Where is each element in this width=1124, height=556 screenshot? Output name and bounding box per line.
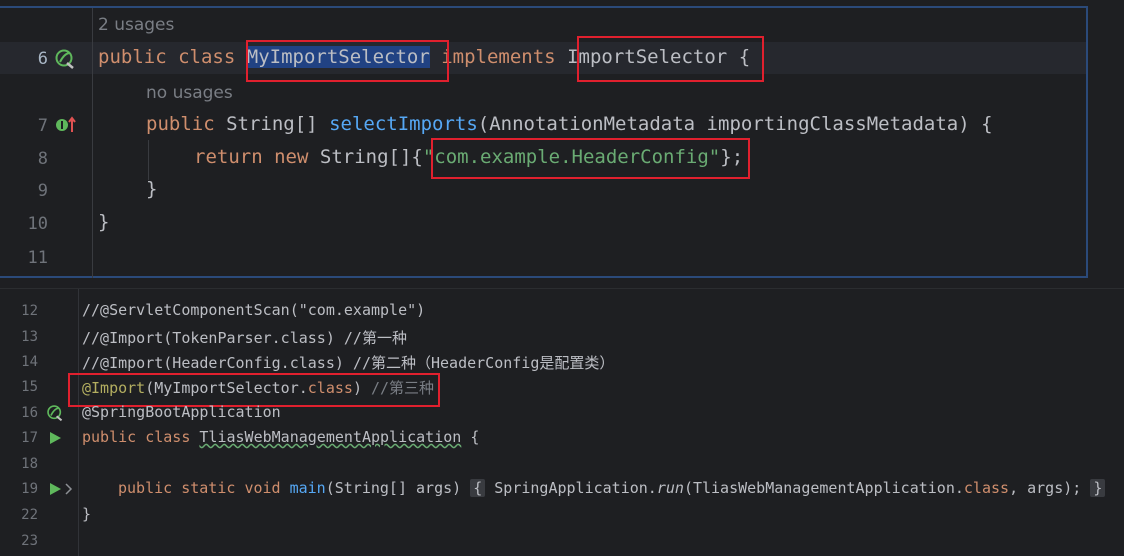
line-number: 16 <box>21 405 38 421</box>
code-line-22: } <box>82 505 92 523</box>
line-number: 15 <box>21 379 38 395</box>
run-icon[interactable] <box>48 431 62 445</box>
line-number: 6 <box>37 49 48 69</box>
code-line-19: public static void main(String[] args) {… <box>118 479 1106 497</box>
usages-hint[interactable]: 2 usages <box>98 15 174 35</box>
keyword: static <box>181 479 236 497</box>
keyword: return <box>194 146 263 168</box>
keyword: public <box>98 46 167 68</box>
line-number: 14 <box>21 354 38 370</box>
spring-bean-icon[interactable] <box>54 48 76 70</box>
keyword: class <box>963 479 1010 497</box>
line-number: 10 <box>27 214 48 234</box>
code-line-16: @SpringBootApplication <box>82 403 281 421</box>
run-icon[interactable] <box>48 482 62 496</box>
top-editor-panel: 2 usages 6 public class MyImportSelector… <box>0 0 1124 281</box>
highlight-box-string <box>431 138 750 179</box>
line-number: 19 <box>21 481 38 497</box>
code-line-7: public String[] selectImports(Annotation… <box>146 113 993 135</box>
keyword: public <box>146 113 215 135</box>
code-line-17: public class TliasWebManagementApplicati… <box>82 428 479 446</box>
return-type: String[] <box>226 113 318 135</box>
fold-close[interactable]: } <box>1090 479 1106 497</box>
highlight-box-class-name <box>246 40 449 82</box>
indent-guide <box>148 140 149 180</box>
brace: { <box>470 428 480 446</box>
bottom-editor-panel: 12 //@ServletComponentScan("com.example"… <box>0 288 1124 556</box>
code-line-10: } <box>98 211 110 233</box>
params: (AnnotationMetadata importingClassMetada… <box>477 113 993 135</box>
keyword: public <box>82 428 137 446</box>
keyword: implements <box>441 46 556 68</box>
keyword: public <box>118 479 173 497</box>
call-target: SpringApplication. <box>494 479 657 497</box>
chevron-right-icon[interactable] <box>64 483 74 495</box>
code-line-9: } <box>146 178 158 200</box>
line-number: 17 <box>21 430 38 446</box>
no-usages-hint[interactable]: no usages <box>146 83 233 103</box>
method-name[interactable]: selectImports <box>329 113 478 135</box>
code-line-12: //@ServletComponentScan("com.example") <box>82 301 426 319</box>
code-line-14: //@Import(HeaderConfig.class) //第二种（Head… <box>82 354 615 372</box>
line-number: 12 <box>21 303 38 319</box>
array-decl: String[]{ <box>319 146 423 168</box>
fold-open[interactable]: { <box>470 479 486 497</box>
line-number: 23 <box>21 533 38 549</box>
line-number: 7 <box>37 116 48 136</box>
highlight-box-interface <box>577 36 764 82</box>
static-method: run <box>656 479 684 497</box>
line-number: 13 <box>21 329 38 345</box>
line-number: 11 <box>27 248 48 268</box>
line-number: 18 <box>21 456 38 472</box>
params: (String[] args) <box>325 479 462 497</box>
highlight-box-import <box>68 373 440 407</box>
implements-method-icon[interactable] <box>54 114 78 136</box>
call-args-end: , args); <box>1009 479 1082 497</box>
keyword: new <box>274 146 309 168</box>
spring-bean-icon[interactable] <box>46 404 64 422</box>
call-args: (TliasWebManagementApplication. <box>683 479 964 497</box>
method-name[interactable]: main <box>290 479 326 497</box>
line-number: 8 <box>37 149 48 169</box>
class-name[interactable]: TliasWebManagementApplication <box>199 428 461 446</box>
keyword: class <box>178 46 236 68</box>
code-line-13: //@Import(TokenParser.class) //第一种 <box>82 329 407 347</box>
line-number: 22 <box>21 507 38 523</box>
keyword: class <box>145 428 191 446</box>
gutter-divider <box>92 8 93 278</box>
line-number: 9 <box>37 181 48 201</box>
keyword: void <box>244 479 281 497</box>
gutter-divider <box>78 289 79 556</box>
